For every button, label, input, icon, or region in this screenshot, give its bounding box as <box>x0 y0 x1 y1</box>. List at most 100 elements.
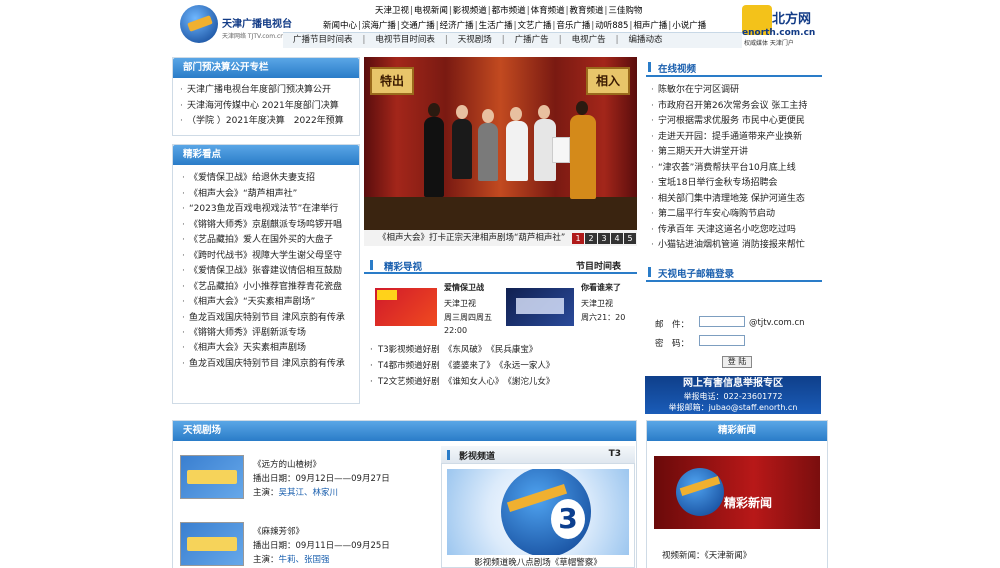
drama-info: 《麻辣芳邻》 播出日期：09月11日——09月25日 主演：牛莉、张国强 <box>253 525 390 567</box>
list-item[interactable]: 《相声大会》“天实素相声剧场” <box>181 295 359 311</box>
nav-row-1: 天津卫视|电视新闻|影视频道|都市频道|体育频道|教育频道|三佳购物 <box>375 6 643 16</box>
list-item[interactable]: 宝坻18日举行金秋专场招聘会 <box>650 176 822 192</box>
nav-link[interactable]: 文艺广播 <box>517 21 551 31</box>
drama-link[interactable]: 《永远一家人》 <box>499 361 554 371</box>
list-item[interactable]: 《艺品藏拍》爱人在国外买的大盘子 <box>181 233 359 249</box>
nav-link[interactable]: 新闻中心 <box>323 21 357 31</box>
nav-link[interactable]: 体育频道 <box>531 6 565 16</box>
channel-label[interactable]: T2文艺频道好剧 <box>378 377 440 387</box>
show-thumbnail-love[interactable] <box>375 288 437 326</box>
movie-channel-caption[interactable]: 影视频道晚八点剧场《草帽警察》 <box>441 556 635 568</box>
nav-link[interactable]: 都市频道 <box>492 6 526 16</box>
nav-link[interactable]: 教育频道 <box>569 6 603 16</box>
drama-link[interactable]: 《谁知女人心》 <box>448 377 499 387</box>
nav-link[interactable]: 生活广播 <box>479 21 513 31</box>
list-item[interactable]: “津农荟”消费帮扶平台10月底上线 <box>650 161 822 177</box>
drama-name[interactable]: 《远方的山楂树》 <box>253 458 390 472</box>
photo-figure <box>570 115 596 199</box>
photo-plaque-left: 特出 <box>370 67 414 95</box>
email-field[interactable] <box>699 316 745 327</box>
show-time: 22:00 <box>444 326 468 335</box>
list-item[interactable]: 《跨时代战书》视障大学生谢父母坚守 <box>181 249 359 265</box>
list-item[interactable]: 《爱情保卫战》张睿建议情侣相互鼓励 <box>181 264 359 280</box>
list-item[interactable]: 鱼龙百戏国庆特别节目 津风京韵有传承 <box>181 311 351 326</box>
subnav-link[interactable]: 广播节目时间表 <box>283 33 363 48</box>
show-name[interactable]: 你看谁来了 <box>581 281 625 294</box>
show-thumbnail-who[interactable] <box>506 288 574 326</box>
sub-navigation: 广播节目时间表 | 电视节目时间表 | 天视剧场 | 广播广告 | 电视广告 | 编播动态 <box>283 32 742 48</box>
report-phone: 举报电话：022-23601772 <box>683 392 783 401</box>
channel-label[interactable]: T4都市频道好剧 <box>378 361 440 371</box>
list-item[interactable]: 天津海河传媒中心 2021年度部门决算 <box>179 99 359 115</box>
photo-figure <box>506 121 528 181</box>
show-name[interactable]: 爱情保卫战 <box>444 281 492 294</box>
subnav-link[interactable]: 广播广告 <box>505 33 559 48</box>
pager-button[interactable]: 2 <box>585 233 597 244</box>
list-item[interactable]: 鱼龙百戏国庆特别节目 津风京韵有传承 <box>181 357 351 372</box>
password-field[interactable] <box>699 335 745 346</box>
list-item[interactable]: 相关部门集中清理地笼 保护河道生态 <box>650 192 822 208</box>
drama-thumbnail[interactable] <box>180 522 244 566</box>
nav-link[interactable]: 交通广播 <box>401 21 435 31</box>
channel-label[interactable]: T3影视频道好剧 <box>378 345 440 355</box>
list-item[interactable]: （学院 ）2021年度决算 2022年预算 <box>179 114 359 130</box>
login-button[interactable]: 登 陆 <box>722 356 752 368</box>
drama-name[interactable]: 《麻辣芳邻》 <box>253 525 390 539</box>
section-marker-icon <box>648 267 651 277</box>
list-item[interactable]: 《相声大会》“葫芦相声社” <box>181 187 359 203</box>
list-item[interactable]: 宁河根据需求优服务 市民中心更便民 <box>650 114 822 130</box>
list-item[interactable]: 《锵锵大师秀》京剧麒派专场鸣锣开唱 <box>181 218 359 234</box>
drama-cast-value[interactable]: 吴其江、林家川 <box>279 488 339 498</box>
nav-link[interactable]: 小说广播 <box>672 21 706 31</box>
nav-link[interactable]: 天津卫视 <box>375 6 409 16</box>
nav-link[interactable]: 相声广播 <box>633 21 667 31</box>
list-item[interactable]: 第二届平行车安心嗨购节启动 <box>650 207 822 223</box>
nav-link[interactable]: 滨海广播 <box>362 21 396 31</box>
list-item[interactable]: 《相声大会》天实素相声剧场 <box>181 341 359 357</box>
online-video-header: 在线视频 <box>646 57 822 77</box>
enorth-logo[interactable]: 北方网 enorth.com.cn 权威媒体 天津门户 <box>742 5 828 47</box>
logo-url: 天津网络 TJTV.com.cn <box>222 33 285 40</box>
photo-figure <box>424 117 444 197</box>
movie-channel-logo-image[interactable]: 3 <box>447 469 629 555</box>
featured-news-image-text: 精彩新闻 <box>724 496 773 510</box>
subnav-link[interactable]: 天视剧场 <box>448 33 502 48</box>
drama-link[interactable]: 《謝沱儿女》 <box>508 377 555 387</box>
featured-photo[interactable]: 特出 相入 <box>364 57 637 230</box>
nav-link[interactable]: 动听885 <box>595 21 628 31</box>
featured-news-image[interactable]: 精彩新闻 <box>654 456 820 529</box>
drama-cast-value[interactable]: 牛莉、张国强 <box>279 555 330 565</box>
nav-link[interactable]: 音乐广播 <box>556 21 590 31</box>
pager-button[interactable]: 5 <box>624 233 636 244</box>
list-item[interactable]: 市政府召开第26次常务会议 张工主持 <box>650 99 822 115</box>
list-item[interactable]: 第三期天开大讲堂开讲 <box>650 145 822 161</box>
report-banner[interactable]: 网上有害信息举报专区 举报电话：022-23601772 举报邮箱：jubao@… <box>645 376 821 414</box>
list-item[interactable]: “2023鱼龙百戏电视戏法节”在津举行 <box>181 202 359 218</box>
list-item[interactable]: 《锵锵大师秀》评剧新派专场 <box>181 326 359 342</box>
drama-link[interactable]: 《民兵康宝》 <box>491 345 538 355</box>
nav-link[interactable]: 三佳购物 <box>608 6 642 16</box>
pager-button[interactable]: 4 <box>611 233 623 244</box>
list-item[interactable]: 陈敏尔在宁河区调研 <box>650 83 822 99</box>
mail-title: 天视电子邮箱登录 <box>658 269 735 280</box>
subnav-link[interactable]: 电视广告 <box>562 33 616 48</box>
nav-link[interactable]: 电视新闻 <box>414 6 448 16</box>
nav-link[interactable]: 影视频道 <box>453 6 487 16</box>
tjtv-logo[interactable]: 天津广播电视台 天津网络 TJTV.com.cn <box>180 5 292 43</box>
pager-button[interactable]: 3 <box>598 233 610 244</box>
list-item[interactable]: 小猫钻进油烟机管道 消防接报来帮忙 <box>650 238 822 254</box>
drama-thumbnail[interactable] <box>180 455 244 499</box>
list-item[interactable]: 天津广播电视台年度部门预决算公开 <box>179 83 359 99</box>
list-item[interactable]: 走进天开园：提手通道带来产业换新 <box>650 130 822 146</box>
featured-news-caption[interactable]: 视频新闻：《天津新闻》 <box>662 549 751 561</box>
list-item[interactable]: 《艺品藏拍》小小推荐官推荐青花瓷盘 <box>181 280 359 296</box>
pager-button[interactable]: 1 <box>572 233 584 244</box>
subnav-link[interactable]: 编播动态 <box>618 33 672 48</box>
nav-link[interactable]: 经济广播 <box>440 21 474 31</box>
subnav-link[interactable]: 电视节目时间表 <box>365 33 445 48</box>
drama-link[interactable]: 《东风破》 <box>448 345 482 355</box>
schedule-link[interactable]: 节目时间表 <box>576 259 621 272</box>
list-item[interactable]: 传承百年 天津这道名小吃您吃过吗 <box>650 223 822 239</box>
drama-link[interactable]: 《婆婆来了》 <box>448 361 491 371</box>
list-item[interactable]: 《爱情保卫战》给退休夫妻支招 <box>181 171 359 187</box>
